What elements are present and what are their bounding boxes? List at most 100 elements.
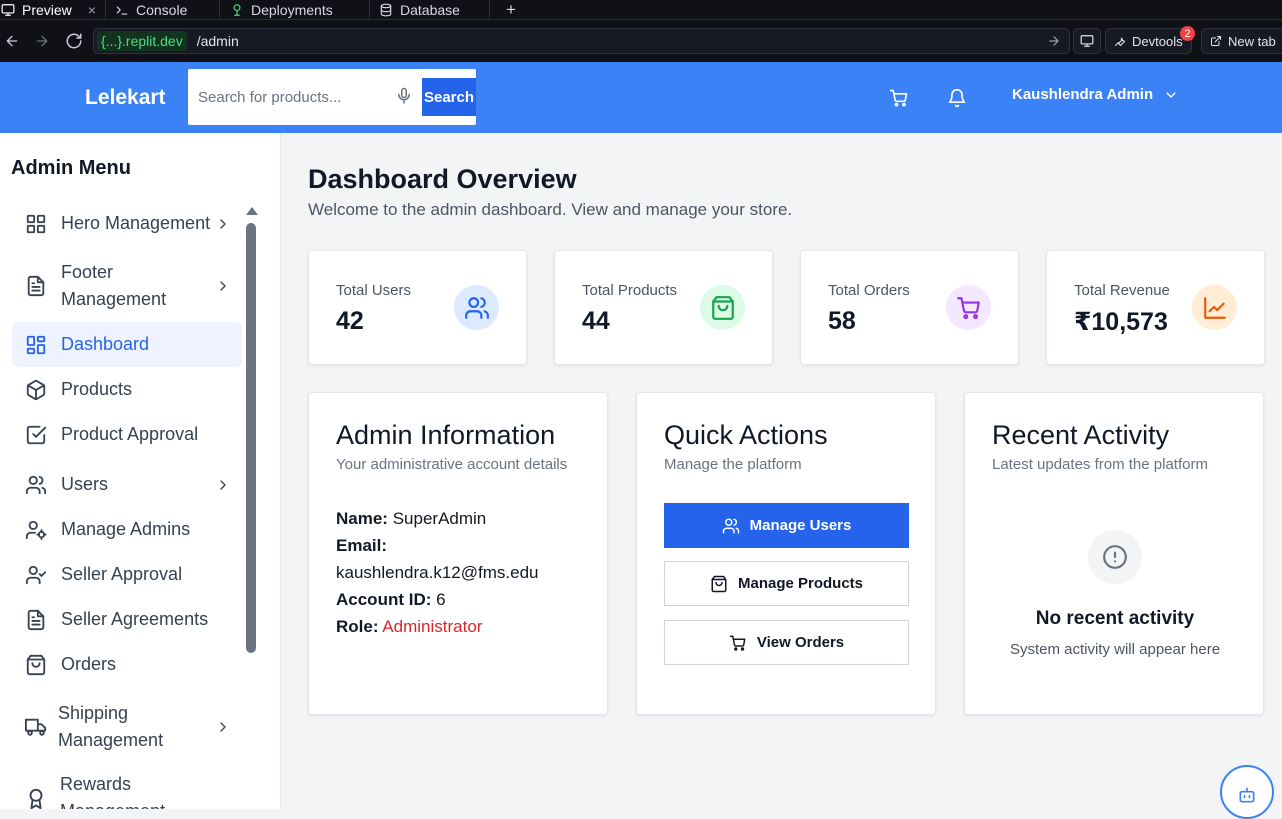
search-input[interactable] bbox=[198, 83, 388, 111]
stat-value: 44 bbox=[582, 307, 610, 335]
view-orders-button[interactable]: View Orders bbox=[664, 620, 909, 665]
manage-users-button[interactable]: Manage Users bbox=[664, 503, 909, 548]
tab-database[interactable]: Database bbox=[378, 0, 460, 20]
sidebar-item-label: Seller Approval bbox=[61, 564, 183, 584]
microphone-icon[interactable] bbox=[395, 86, 413, 106]
sidebar-item-users[interactable]: Users bbox=[12, 462, 242, 507]
file-text-icon bbox=[25, 609, 47, 631]
bot-icon[interactable] bbox=[1220, 765, 1274, 819]
sidebar-item-label: Manage Admins bbox=[61, 519, 191, 539]
card-title: Recent Activity bbox=[992, 420, 1170, 450]
truck-icon bbox=[25, 716, 47, 738]
brand-logo[interactable]: Lelekart bbox=[85, 86, 166, 110]
tab-label: Deployments bbox=[251, 2, 333, 18]
devtools-button[interactable]: Devtools bbox=[1105, 28, 1192, 54]
account-row: Account ID: 6 bbox=[336, 586, 586, 613]
tab-divider bbox=[105, 0, 106, 20]
sidebar-item-dashboard[interactable]: Dashboard bbox=[12, 322, 242, 367]
manage-products-button[interactable]: Manage Products bbox=[664, 561, 909, 606]
url-domain: {...}.replit.dev bbox=[97, 31, 187, 51]
external-link-icon bbox=[1210, 35, 1222, 47]
new-tab-link-button[interactable]: New tab bbox=[1201, 28, 1282, 54]
chevron-right-icon bbox=[215, 477, 231, 493]
monitor-icon bbox=[0, 3, 16, 17]
button-label: Manage Users bbox=[749, 517, 852, 534]
trending-up-icon bbox=[1192, 285, 1237, 330]
new-tab-button[interactable]: + bbox=[506, 0, 516, 20]
sidebar-item-shipping-management[interactable]: Shipping Management bbox=[12, 698, 242, 756]
card-subtitle: Manage the platform bbox=[664, 456, 802, 473]
sidebar-item-label: Footer Management bbox=[61, 262, 167, 309]
refresh-icon[interactable] bbox=[65, 30, 83, 52]
sidebar-item-seller-agreements[interactable]: Seller Agreements bbox=[12, 597, 242, 642]
sidebar-item-label: Products bbox=[61, 379, 133, 399]
tab-deployments[interactable]: Deployments bbox=[229, 0, 333, 20]
back-icon[interactable] bbox=[4, 30, 20, 52]
empty-state-title: No recent activity bbox=[1035, 608, 1195, 629]
card-subtitle: Your administrative account details bbox=[336, 456, 568, 473]
user-name: Kaushlendra Admin bbox=[1012, 86, 1154, 103]
check-square-icon bbox=[25, 424, 47, 446]
tab-preview[interactable]: Preview × bbox=[0, 0, 96, 20]
screen-button[interactable] bbox=[1073, 28, 1101, 54]
cart-icon[interactable] bbox=[889, 88, 909, 108]
sidebar-item-label: Dashboard bbox=[61, 334, 150, 354]
sidebar-item-orders[interactable]: Orders bbox=[12, 642, 242, 687]
page-subtitle: Welcome to the admin dashboard. View and… bbox=[308, 200, 793, 219]
address-bar-row: {...}.replit.dev /admin Devtools New tab bbox=[0, 20, 1282, 62]
stat-label: Total Orders bbox=[828, 282, 910, 299]
user-menu[interactable]: Kaushlendra Admin bbox=[1012, 86, 1179, 103]
shopping-cart-icon bbox=[946, 285, 991, 330]
scroll-up-arrow[interactable] bbox=[246, 207, 258, 215]
chevron-right-icon bbox=[215, 216, 231, 232]
sidebar-scrollbar[interactable] bbox=[246, 223, 256, 653]
package-icon bbox=[25, 379, 47, 401]
deploy-icon bbox=[229, 3, 245, 17]
shopping-bag-icon bbox=[710, 575, 728, 593]
browser-tab-strip: Preview × Console Deployments Database + bbox=[0, 0, 1282, 20]
sidebar-item-manage-admins[interactable]: Manage Admins bbox=[12, 507, 242, 552]
name-label: Name: bbox=[336, 509, 388, 528]
shopping-bag-icon bbox=[700, 285, 745, 330]
url-field[interactable]: {...}.replit.dev /admin bbox=[93, 28, 1070, 54]
app-header: Lelekart Search Kaushlendra Admin bbox=[0, 62, 1282, 133]
page-title: Dashboard Overview bbox=[308, 164, 577, 194]
sidebar-item-footer-management[interactable]: Footer Management bbox=[12, 257, 242, 315]
sidebar-item-label: Product Approval bbox=[61, 424, 199, 444]
sidebar-item-product-approval[interactable]: Product Approval bbox=[12, 412, 242, 457]
go-arrow-icon[interactable] bbox=[1047, 34, 1061, 48]
search-button[interactable]: Search bbox=[422, 78, 476, 116]
tab-divider bbox=[219, 0, 220, 20]
bell-icon[interactable] bbox=[947, 88, 967, 108]
sidebar-item-products[interactable]: Products bbox=[12, 367, 242, 412]
stat-value: 42 bbox=[336, 307, 364, 335]
button-label: View Orders bbox=[756, 634, 845, 651]
url-path: /admin bbox=[196, 33, 239, 49]
sidebar-item-seller-approval[interactable]: Seller Approval bbox=[12, 552, 242, 597]
users-icon bbox=[25, 474, 47, 496]
user-cog-icon bbox=[25, 519, 47, 541]
admin-details: Name: SuperAdmin Email: kaushlendra.k12@… bbox=[336, 505, 586, 640]
devtools-label: Devtools bbox=[1132, 33, 1183, 49]
shopping-bag-icon bbox=[25, 654, 47, 676]
role-value: Administrator bbox=[382, 617, 483, 636]
layout-dashboard-icon bbox=[25, 334, 47, 356]
database-icon bbox=[378, 3, 394, 17]
stat-card-users: Total Users 42 bbox=[308, 250, 527, 365]
admin-sidebar: Admin Menu Hero Management Footer Manage… bbox=[0, 133, 281, 809]
close-icon[interactable]: × bbox=[88, 2, 96, 18]
forward-icon[interactable] bbox=[34, 30, 50, 52]
name-row: Name: SuperAdmin bbox=[336, 505, 586, 532]
tab-console[interactable]: Console bbox=[114, 0, 187, 20]
alert-circle-icon bbox=[1088, 530, 1142, 584]
sidebar-item-rewards-management[interactable]: Rewards Management bbox=[12, 771, 242, 809]
monitor-icon bbox=[1080, 34, 1094, 48]
sidebar-item-label: Seller Agreements bbox=[61, 609, 209, 629]
account-label: Account ID: bbox=[336, 590, 432, 609]
recent-activity-card: Recent Activity Latest updates from the … bbox=[964, 392, 1264, 715]
card-subtitle: Latest updates from the platform bbox=[992, 456, 1208, 473]
sidebar-title: Admin Menu bbox=[11, 157, 131, 179]
users-icon bbox=[722, 517, 740, 535]
award-icon bbox=[25, 788, 47, 809]
sidebar-item-hero-management[interactable]: Hero Management bbox=[12, 201, 242, 246]
